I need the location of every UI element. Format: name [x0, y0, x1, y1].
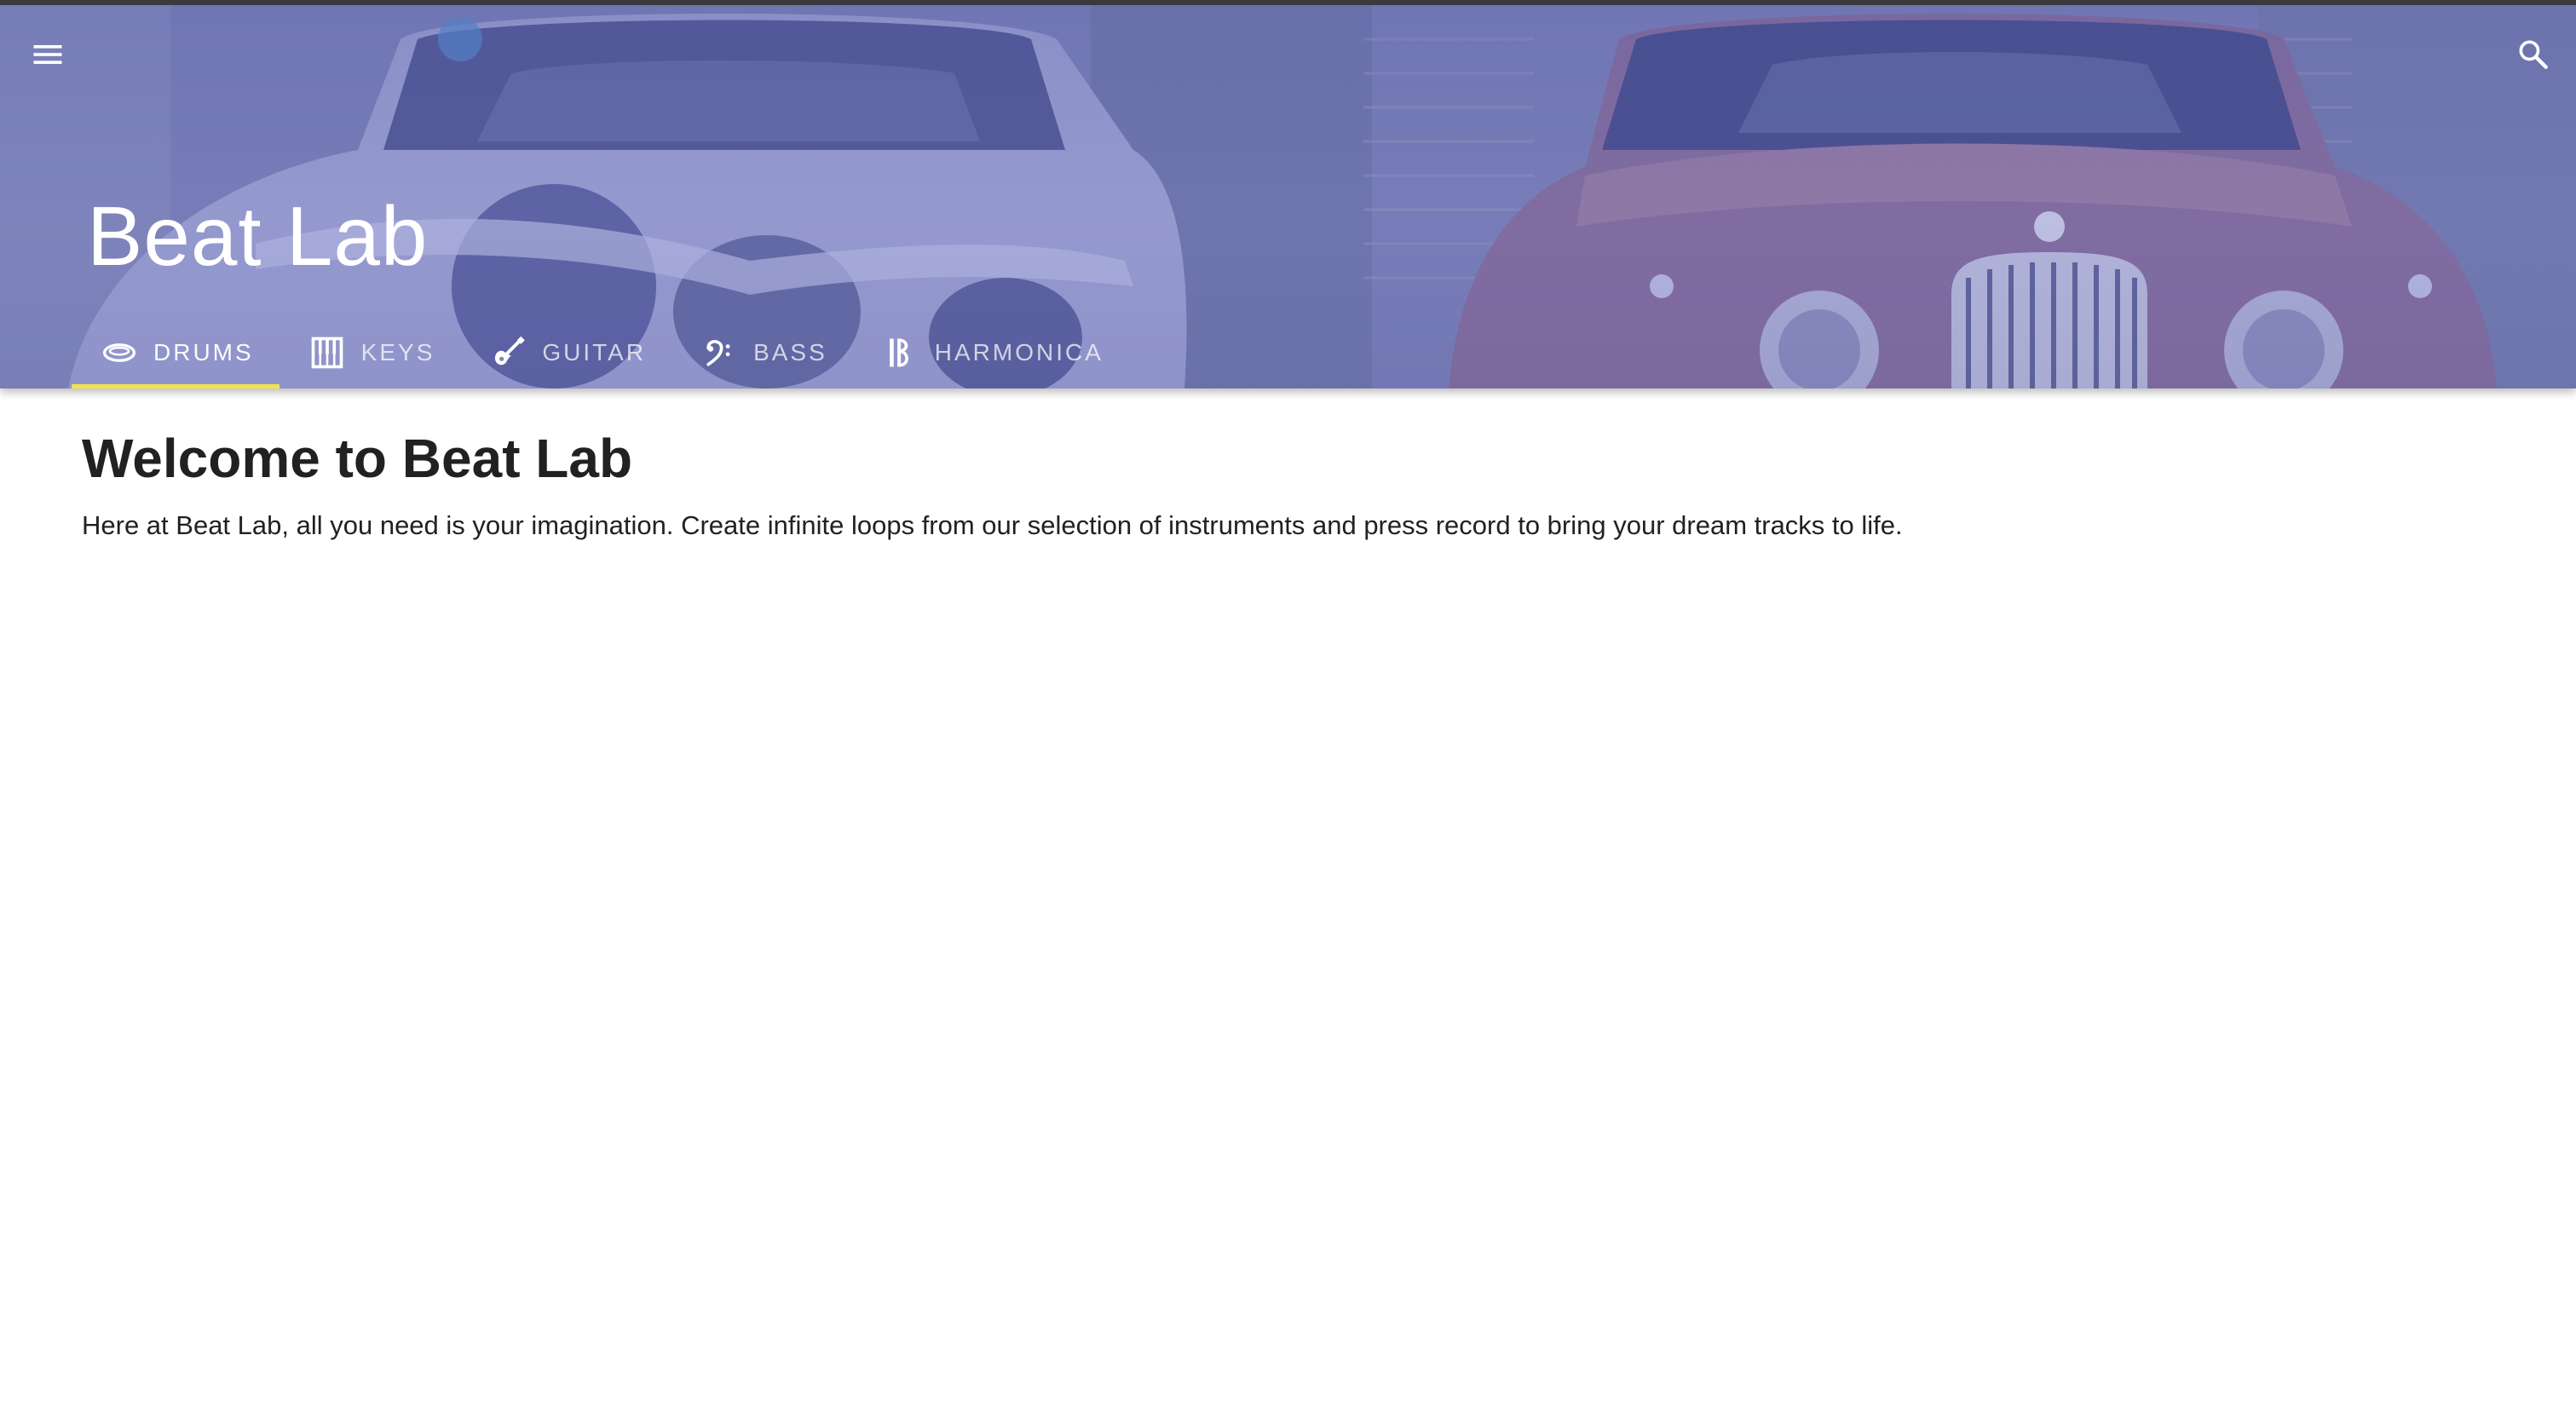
piano-keys-icon: [308, 334, 346, 371]
app-root: Beat Lab DRUMS KEYS GUITAR BASS HARMONIC…: [0, 0, 2576, 1427]
window-top-border: [0, 0, 2576, 5]
tab-bass[interactable]: BASS: [671, 317, 853, 388]
search-icon: [2519, 40, 2548, 69]
menu-icon: [33, 45, 62, 64]
tab-harmonica-label: HARMONICA: [934, 339, 1104, 365]
welcome-intro-text: Here at Beat Lab, all you need is your i…: [82, 509, 1903, 540]
bass-clef-icon: [700, 334, 738, 371]
tab-drums[interactable]: DRUMS: [72, 317, 279, 388]
main-content: Welcome to Beat Lab Here at Beat Lab, al…: [82, 426, 2468, 544]
welcome-heading: Welcome to Beat Lab: [82, 428, 633, 489]
guitar-icon: [489, 334, 527, 371]
app-header: Beat Lab DRUMS KEYS GUITAR BASS HARMONIC…: [0, 5, 2576, 388]
tab-harmonica[interactable]: HARMONICA: [853, 317, 1129, 388]
tab-guitar-label: GUITAR: [542, 339, 647, 365]
menu-button[interactable]: [14, 20, 82, 89]
drum-icon: [101, 334, 138, 371]
search-button[interactable]: [2499, 20, 2567, 89]
tab-drums-label: DRUMS: [153, 339, 254, 365]
harmonica-icon: [882, 334, 919, 371]
tab-keys-label: KEYS: [360, 339, 435, 365]
app-title: Beat Lab: [87, 189, 429, 283]
tab-bass-label: BASS: [753, 339, 827, 365]
tab-guitar[interactable]: GUITAR: [460, 317, 671, 388]
instrument-tabs: DRUMS KEYS GUITAR BASS HARMONICA: [72, 317, 1129, 388]
tab-keys[interactable]: KEYS: [279, 317, 461, 388]
